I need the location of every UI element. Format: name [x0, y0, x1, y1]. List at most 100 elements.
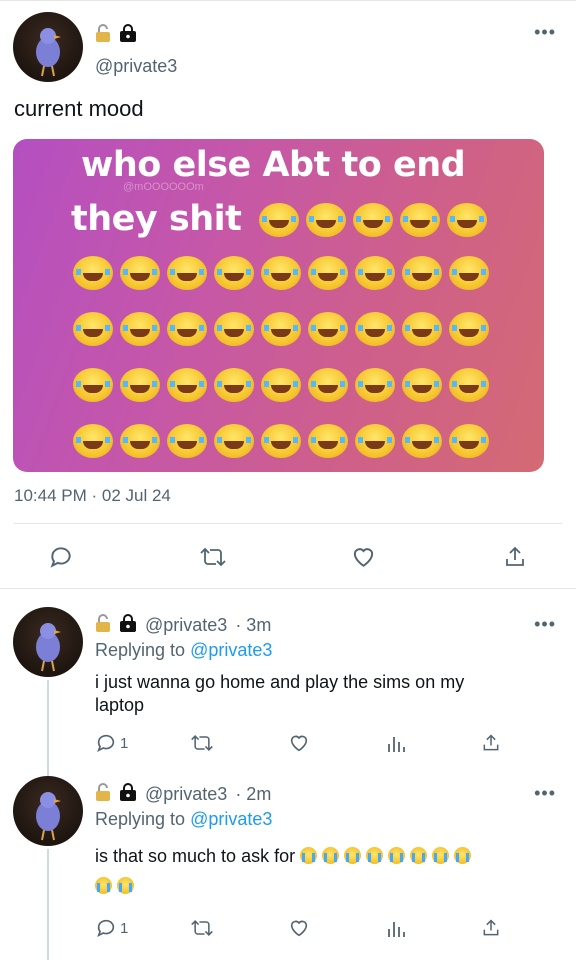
divider: [14, 523, 562, 524]
thread-line: [47, 680, 49, 780]
retweet-button[interactable]: [199, 544, 227, 570]
like-icon: [290, 920, 308, 937]
laughing-crying-emoji-icon: [449, 424, 489, 458]
laughing-crying-emoji-icon: [355, 424, 395, 458]
crying-emoji-icon: [366, 847, 384, 864]
tweet-text: current mood: [14, 96, 144, 121]
more-icon[interactable]: •••: [534, 614, 556, 635]
more-icon[interactable]: •••: [534, 783, 556, 804]
reply-text-line: i just wanna go home and play the sims o…: [95, 672, 465, 692]
reply-icon: [50, 547, 71, 568]
laughing-crying-emoji-icon: [400, 203, 440, 237]
share-icon: [483, 919, 499, 936]
views-button[interactable]: [386, 917, 406, 939]
reply-text-body: is that so much to ask for: [95, 846, 296, 866]
emoji-row: [73, 368, 489, 402]
replying-to-link[interactable]: @private3: [190, 640, 272, 660]
lock-open-icon: [95, 24, 111, 47]
laughing-crying-emoji-icon: [261, 368, 301, 402]
reply-button[interactable]: [48, 544, 74, 570]
laughing-crying-emoji-icon: [308, 256, 348, 290]
lock-open-icon: [95, 614, 111, 637]
laughing-crying-emoji-icon: [402, 424, 442, 458]
reply-header: @private3 · 2m: [95, 783, 271, 806]
laughing-crying-emoji-icon: [73, 256, 113, 290]
lock-closed-icon: [119, 24, 137, 47]
crying-emoji-icon: [117, 877, 134, 894]
reply-time: · 3m: [235, 615, 272, 635]
laughing-crying-emoji-icon: [402, 368, 442, 402]
replying-prefix: Replying to: [95, 809, 186, 829]
like-button[interactable]: [350, 544, 377, 570]
like-button[interactable]: [288, 732, 310, 754]
image-watermark: @mOOOOOOm: [123, 181, 204, 193]
retweet-icon: [191, 920, 213, 936]
laughing-crying-emoji-icon: [167, 312, 207, 346]
crying-emoji-icon: [388, 847, 406, 864]
laughing-crying-emoji-icon: [167, 424, 207, 458]
laughing-crying-emoji-icon: [261, 256, 301, 290]
reply-header: @private3 · 3m: [95, 614, 271, 637]
avatar[interactable]: [13, 776, 83, 846]
laughing-crying-emoji-icon: [449, 368, 489, 402]
emoji-row: [73, 256, 489, 290]
emoji-row: [73, 424, 489, 458]
laughing-crying-emoji-icon: [73, 312, 113, 346]
share-button[interactable]: [481, 917, 501, 939]
lock-open-icon: [95, 783, 111, 806]
reply-text: i just wanna go home and play the sims o…: [95, 671, 535, 717]
reply-button[interactable]: 1: [95, 917, 128, 939]
reply-time: · 2m: [235, 784, 272, 804]
crying-emoji-icon: [344, 847, 362, 864]
image-caption-line-1: who else Abt to end: [81, 145, 466, 185]
views-button[interactable]: [386, 732, 406, 754]
avatar[interactable]: [13, 12, 83, 82]
laughing-crying-emoji-icon: [261, 424, 301, 458]
tweet-image[interactable]: who else Abt to end @mOOOOOOm they shit: [13, 139, 544, 472]
laughing-crying-emoji-icon: [308, 312, 348, 346]
like-icon: [353, 548, 374, 567]
share-button[interactable]: [481, 732, 501, 754]
views-icon: [388, 737, 405, 752]
reply-count: 1: [120, 734, 129, 752]
emoji-group: [90, 875, 535, 898]
replying-to-link[interactable]: @private3: [190, 809, 272, 829]
avatar[interactable]: [13, 607, 83, 677]
lock-closed-icon: [119, 783, 137, 806]
reply-text-line: laptop: [95, 695, 145, 715]
laughing-crying-emoji-icon: [120, 424, 160, 458]
laughing-crying-emoji-icon: [449, 256, 489, 290]
author-handle[interactable]: @private3: [95, 56, 177, 77]
laughing-crying-emoji-icon: [355, 368, 395, 402]
share-button[interactable]: [503, 544, 527, 570]
lock-icons: [95, 24, 137, 47]
laughing-crying-emoji-icon: [402, 312, 442, 346]
emoji-row: [73, 312, 489, 346]
author-handle[interactable]: @private3: [145, 615, 227, 636]
tweet-timestamp[interactable]: 10:44 PM · 02 Jul 24: [14, 486, 171, 506]
author-handle[interactable]: @private3: [145, 784, 227, 805]
laughing-crying-emoji-icon: [306, 203, 346, 237]
retweet-button[interactable]: [190, 732, 214, 754]
laughing-crying-emoji-icon: [353, 203, 393, 237]
laughing-crying-emoji-icon: [214, 256, 254, 290]
more-icon[interactable]: •••: [534, 22, 556, 43]
reply-text-line: is that so much to ask for: [95, 845, 535, 868]
reply-button[interactable]: 1: [95, 732, 128, 754]
replying-prefix: Replying to: [95, 640, 186, 660]
reply-icon: [97, 919, 115, 938]
crying-emoji-icon: [410, 847, 428, 864]
views-icon: [388, 922, 405, 937]
retweet-button[interactable]: [190, 917, 214, 939]
emoji-group: [295, 846, 472, 866]
laughing-crying-emoji-icon: [308, 424, 348, 458]
share-icon: [506, 546, 524, 566]
like-button[interactable]: [288, 917, 310, 939]
crying-emoji-icon: [454, 847, 472, 864]
laughing-crying-emoji-icon: [167, 256, 207, 290]
laughing-crying-emoji-icon: [355, 312, 395, 346]
crying-emoji-icon: [300, 847, 318, 864]
reply-icon: [97, 734, 115, 753]
laughing-crying-emoji-icon: [214, 368, 254, 402]
share-icon: [483, 734, 499, 751]
